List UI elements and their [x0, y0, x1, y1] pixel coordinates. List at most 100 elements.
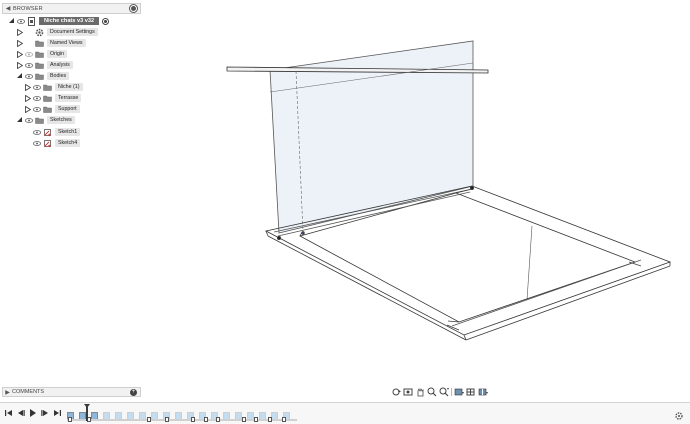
timeline-group-marker[interactable]	[147, 417, 151, 422]
timeline-group-marker[interactable]	[268, 417, 272, 422]
tree-item[interactable]: Origin	[16, 49, 68, 59]
timeline-feature-icon[interactable]	[187, 407, 194, 420]
folder-icon	[35, 61, 44, 69]
timeline	[0, 402, 690, 424]
timeline-feature-icon[interactable]	[151, 407, 158, 420]
timeline-feature-icon[interactable]	[175, 407, 182, 420]
tree-item-label: Sketch1	[55, 128, 81, 136]
look-at-icon[interactable]	[403, 387, 413, 397]
collapse-icon[interactable]: ◀	[3, 5, 13, 12]
eye-icon[interactable]	[16, 17, 25, 25]
timeline-feature-icon[interactable]	[247, 407, 254, 420]
tree-item[interactable]: Support	[24, 104, 80, 114]
skip-to-start-icon[interactable]	[4, 408, 13, 417]
expand-triangle-icon[interactable]	[16, 50, 23, 58]
expand-triangle-icon[interactable]	[24, 94, 31, 102]
tree-item[interactable]: Document Settings	[16, 27, 98, 37]
comments-panel[interactable]: ▶ COMMENTS +	[2, 387, 141, 397]
eye-icon[interactable]	[32, 128, 41, 136]
expand-icon[interactable]: ▶	[3, 389, 12, 396]
timeline-feature-icon[interactable]	[271, 407, 278, 420]
timeline-group-marker[interactable]	[68, 417, 72, 422]
timeline-feature-icon[interactable]	[67, 407, 74, 420]
eye-icon[interactable]	[24, 72, 33, 80]
add-comment-icon[interactable]: +	[130, 389, 137, 396]
timeline-feature-icon[interactable]	[259, 407, 266, 420]
timeline-settings-icon[interactable]	[674, 408, 684, 420]
timeline-group-marker[interactable]	[254, 417, 258, 422]
zoom-icon[interactable]	[427, 387, 437, 397]
timeline-feature-icon[interactable]	[163, 407, 170, 420]
activate-radio-icon[interactable]	[102, 17, 110, 25]
gear-icon	[35, 28, 44, 36]
expand-triangle-icon[interactable]	[16, 39, 23, 47]
tree-item[interactable]: Terrasse	[24, 93, 82, 103]
model-wireframe	[226, 40, 672, 341]
eye-icon[interactable]	[32, 105, 41, 113]
tree-item-label: Terrasse	[55, 94, 82, 102]
grid-icon[interactable]	[466, 387, 476, 397]
timeline-group-marker[interactable]	[204, 417, 208, 422]
tree-item[interactable]: Niche (1)	[24, 82, 83, 92]
timeline-feature-icon[interactable]	[103, 407, 110, 420]
expanded-triangle-icon[interactable]	[16, 116, 23, 124]
orbit-icon[interactable]	[391, 387, 401, 397]
timeline-feature-icon[interactable]	[223, 407, 230, 420]
expand-triangle-icon[interactable]	[16, 28, 23, 36]
timeline-feature-icon[interactable]	[283, 407, 290, 420]
sketch-icon	[43, 128, 52, 136]
tree-item[interactable]: Analysis	[16, 60, 73, 70]
expanded-triangle-icon[interactable]	[16, 72, 23, 80]
viewports-icon[interactable]	[478, 387, 488, 397]
tree-item-label: Analysis	[47, 61, 73, 69]
display-settings-icon[interactable]	[454, 387, 464, 397]
tree-item[interactable]: Named Views	[16, 38, 86, 48]
tree-item-label: Support	[55, 105, 80, 113]
timeline-group-marker[interactable]	[242, 417, 246, 422]
tree-item[interactable]: Sketch1	[24, 127, 81, 137]
eye-icon[interactable]	[24, 61, 33, 69]
timeline-feature-icon[interactable]	[235, 407, 242, 420]
viewport-canvas[interactable]	[0, 0, 690, 402]
timeline-marker-handle[interactable]	[84, 404, 90, 421]
timeline-group-marker[interactable]	[165, 417, 169, 422]
pan-icon[interactable]	[415, 387, 425, 397]
tree-item-label: Sketch4	[55, 139, 81, 147]
tree-root[interactable]: Niche chats v3 v32	[8, 16, 110, 26]
eye-icon[interactable]	[32, 83, 41, 91]
skip-to-end-icon[interactable]	[52, 408, 61, 417]
expand-triangle-icon[interactable]	[16, 61, 23, 69]
timeline-feature-icon[interactable]	[139, 407, 146, 420]
timeline-group-marker[interactable]	[282, 417, 286, 422]
tree-item[interactable]: Sketches	[16, 115, 75, 125]
tree-item-label: Origin	[47, 50, 68, 58]
toolbar-divider	[451, 387, 452, 396]
fit-icon[interactable]	[439, 387, 449, 397]
timeline-feature-icon[interactable]	[199, 407, 206, 420]
eye-icon[interactable]	[24, 116, 33, 124]
tree-item-label: Niche (1)	[55, 83, 83, 91]
timeline-feature-icon[interactable]	[211, 407, 218, 420]
browser-panel-header[interactable]: ◀ BROWSER	[2, 3, 141, 14]
eye-icon[interactable]	[32, 139, 41, 147]
expanded-triangle-icon[interactable]	[8, 17, 15, 25]
expand-triangle-icon[interactable]	[24, 105, 31, 113]
root-component-label: Niche chats v3 v32	[39, 17, 100, 25]
timeline-feature-icon[interactable]	[79, 407, 86, 420]
eye-icon[interactable]	[24, 50, 33, 58]
play-icon[interactable]	[28, 408, 37, 417]
eye-icon[interactable]	[32, 94, 41, 102]
timeline-feature-icon[interactable]	[115, 407, 122, 420]
timeline-group-marker[interactable]	[216, 417, 220, 422]
step-forward-icon[interactable]	[40, 408, 49, 417]
pin-icon[interactable]	[130, 5, 137, 12]
timeline-group-marker[interactable]	[191, 417, 195, 422]
timeline-feature-icon[interactable]	[91, 407, 98, 420]
tree-item[interactable]: Sketch4	[24, 138, 81, 148]
timeline-feature-icon[interactable]	[127, 407, 134, 420]
step-back-icon[interactable]	[16, 408, 25, 417]
tree-item[interactable]: Bodies	[16, 71, 70, 81]
expand-triangle-icon[interactable]	[24, 83, 31, 91]
